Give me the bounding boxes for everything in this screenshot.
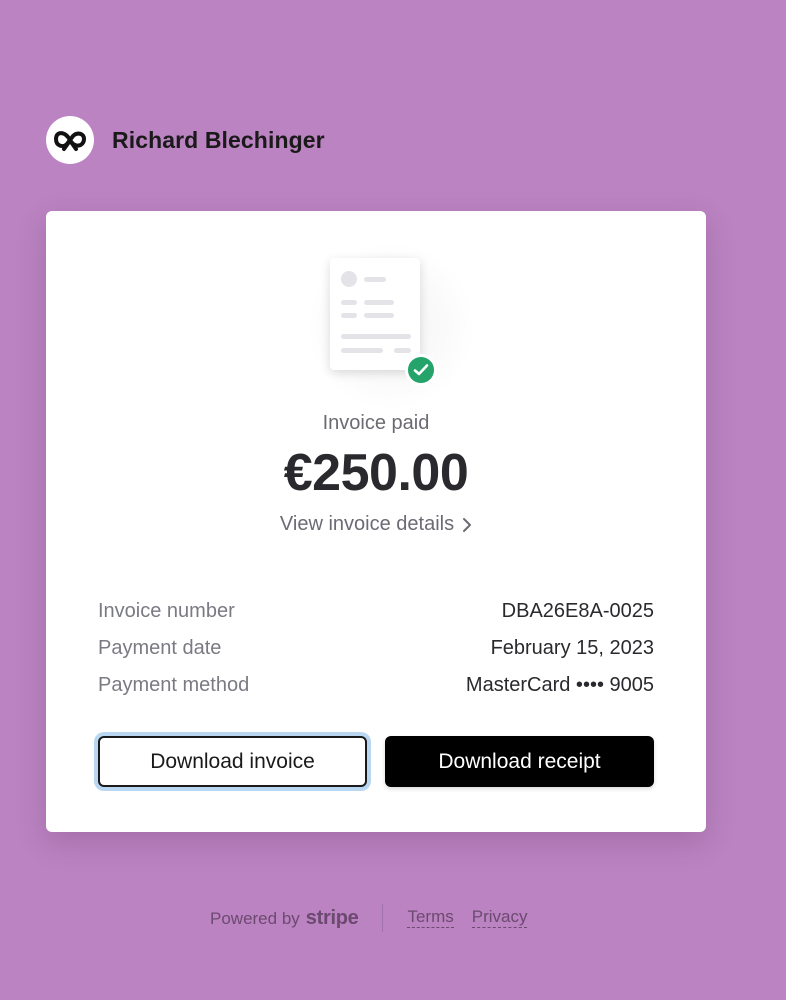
detail-row-payment-date: Payment date February 15, 2023 [98,630,654,667]
invoice-card: Invoice paid €250.00 View invoice detail… [46,211,706,832]
download-invoice-button[interactable]: Download invoice [98,736,367,787]
detail-row-invoice-number: Invoice number DBA26E8A-0025 [98,593,654,630]
detail-label: Payment date [98,637,222,659]
document-icon [330,258,420,370]
detail-label: Invoice number [98,600,235,622]
detail-value: February 15, 2023 [490,637,654,659]
detail-value: MasterCard •••• 9005 [465,674,654,696]
view-invoice-details-link[interactable]: View invoice details [46,513,706,536]
view-invoice-details-label: View invoice details [279,513,455,535]
footer: Powered by stripe Terms Privacy [210,903,545,933]
stripe-logo: stripe [305,906,359,929]
invoice-illustration [306,241,476,411]
invoice-amount: €250.00 [283,444,469,502]
pretzel-icon [46,116,94,164]
detail-row-payment-method: Payment method MasterCard •••• 9005 [98,667,654,704]
download-receipt-button[interactable]: Download receipt [385,736,654,787]
detail-value: DBA26E8A-0025 [501,600,654,622]
detail-label: Payment method [98,674,250,696]
powered-by-stripe[interactable]: Powered by stripe [210,906,359,930]
check-circle-icon [405,354,437,386]
merchant-header: Richard Blechinger [46,116,325,164]
invoice-details: Invoice number DBA26E8A-0025 Payment dat… [98,593,654,704]
powered-by-label: Powered by [210,908,300,928]
merchant-name: Richard Blechinger [112,126,325,153]
privacy-link[interactable]: Privacy [471,907,528,928]
terms-link[interactable]: Terms [407,907,454,928]
footer-divider [382,904,384,932]
chevron-right-icon [463,517,472,532]
invoice-status: Invoice paid [322,412,430,434]
